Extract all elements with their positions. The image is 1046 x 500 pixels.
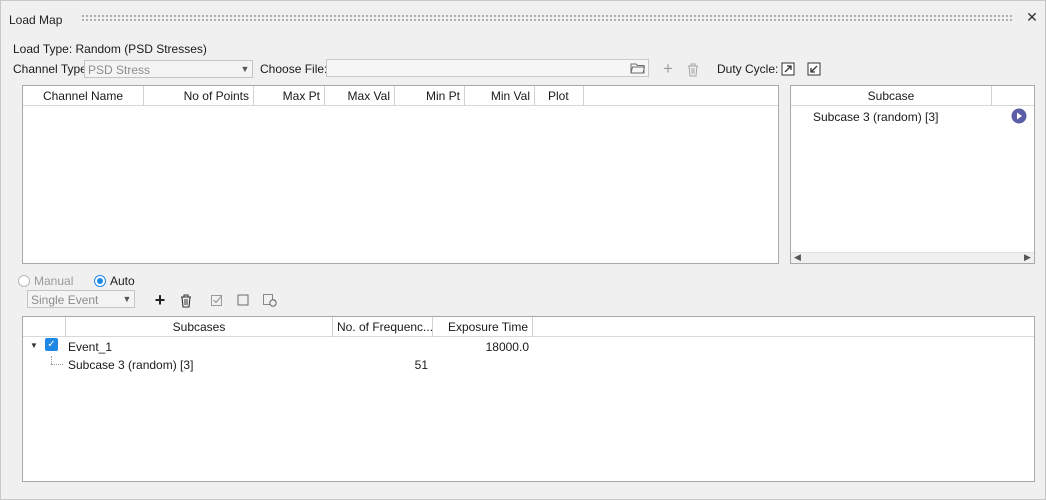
- subcase-panel[interactable]: Subcase Subcase 3 (random) [3] ◀ ▶: [790, 85, 1035, 264]
- col-min-pt[interactable]: Min Pt: [395, 86, 465, 106]
- trash-icon: [181, 293, 191, 308]
- drag-grip[interactable]: [81, 14, 1013, 22]
- uncheck-icon: [237, 294, 249, 306]
- col-no-of-points[interactable]: No of Points: [144, 86, 254, 106]
- channel-table-header: Channel Name No of Points Max Pt Max Val…: [23, 86, 778, 106]
- scroll-right-icon[interactable]: ▶: [1024, 252, 1031, 263]
- refresh-icon: [263, 293, 277, 307]
- scroll-left-icon[interactable]: ◀: [794, 252, 801, 263]
- chevron-down-icon: ▼: [240, 64, 250, 74]
- window-title: Load Map: [9, 13, 63, 27]
- manual-radio-label: Manual: [34, 274, 74, 288]
- event-name: Event_1: [68, 340, 113, 354]
- export-icon: [781, 62, 795, 76]
- add-file-button[interactable]: +: [660, 59, 676, 78]
- channel-type-label: Channel Type:: [13, 62, 91, 76]
- load-type-label: Load Type: Random (PSD Stresses): [13, 42, 207, 56]
- col-plot[interactable]: Plot: [535, 86, 584, 106]
- col-min-val[interactable]: Min Val: [465, 86, 535, 106]
- events-table[interactable]: Subcases No. of Frequenc... Exposure Tim…: [22, 316, 1035, 482]
- col-no-of-frequencies[interactable]: No. of Frequenc...: [333, 317, 433, 337]
- load-map-window: Load Map ✕ Load Type: Random (PSD Stress…: [0, 0, 1046, 500]
- col-subcases[interactable]: Subcases: [66, 317, 333, 337]
- col-subcase[interactable]: Subcase: [791, 86, 992, 106]
- auto-radio-label: Auto: [110, 274, 135, 288]
- duty-cycle-label: Duty Cycle:: [717, 62, 779, 76]
- play-icon[interactable]: [1011, 108, 1027, 124]
- subcase-item[interactable]: Subcase 3 (random) [3]: [813, 110, 938, 124]
- subcase-header: Subcase: [791, 86, 1034, 106]
- table-row[interactable]: ▼ ✓ Event_1 18000.0: [23, 338, 1034, 356]
- col-max-val[interactable]: Max Val: [325, 86, 395, 106]
- choose-file-label: Choose File:: [260, 62, 328, 76]
- manual-radio[interactable]: [18, 275, 30, 287]
- col-expand: [23, 317, 66, 337]
- event-type-value: Single Event: [31, 293, 99, 307]
- plus-icon: +: [663, 59, 673, 78]
- check-all-icon: [211, 295, 223, 306]
- channel-type-select[interactable]: PSD Stress ▼: [84, 60, 253, 78]
- subcase-name: Subcase 3 (random) [3]: [68, 358, 194, 372]
- delete-file-button[interactable]: [685, 61, 701, 77]
- choose-file-field[interactable]: [326, 59, 649, 77]
- tree-line: [51, 356, 52, 364]
- channel-type-value: PSD Stress: [88, 63, 151, 77]
- chevron-down-icon: ▼: [122, 294, 132, 304]
- events-table-header: Subcases No. of Frequenc... Exposure Tim…: [23, 317, 1034, 337]
- col-exposure-time[interactable]: Exposure Time: [433, 317, 533, 337]
- add-event-button[interactable]: +: [152, 290, 168, 310]
- trash-icon: [688, 63, 698, 76]
- duty-cycle-check-button[interactable]: [806, 61, 822, 77]
- event-exposure-time: 18000.0: [485, 340, 529, 354]
- table-row[interactable]: Subcase 3 (random) [3] 51: [23, 356, 1034, 374]
- delete-event-button[interactable]: [178, 292, 194, 308]
- checkbox-check-icon: [807, 62, 821, 76]
- event-type-select[interactable]: Single Event ▼: [27, 290, 135, 308]
- check-all-button[interactable]: [209, 292, 225, 308]
- col-max-pt[interactable]: Max Pt: [254, 86, 325, 106]
- uncheck-all-button[interactable]: [235, 292, 251, 308]
- channel-table[interactable]: Channel Name No of Points Max Pt Max Val…: [22, 85, 779, 264]
- close-icon[interactable]: ✕: [1025, 10, 1039, 24]
- subcase-horizontal-scrollbar[interactable]: ◀ ▶: [791, 252, 1034, 263]
- checkmark-icon: ✓: [47, 339, 56, 350]
- col-channel-name[interactable]: Channel Name: [23, 86, 144, 106]
- folder-icon[interactable]: [630, 61, 646, 78]
- auto-radio[interactable]: [94, 275, 106, 287]
- expand-toggle-icon[interactable]: ▼: [30, 341, 38, 350]
- event-checkbox[interactable]: ✓: [45, 338, 58, 351]
- plus-icon: +: [154, 290, 166, 310]
- subcase-frequencies: 51: [414, 358, 428, 372]
- refresh-button[interactable]: [262, 292, 278, 308]
- duty-cycle-export-button[interactable]: [780, 61, 796, 77]
- tree-line: [51, 364, 63, 365]
